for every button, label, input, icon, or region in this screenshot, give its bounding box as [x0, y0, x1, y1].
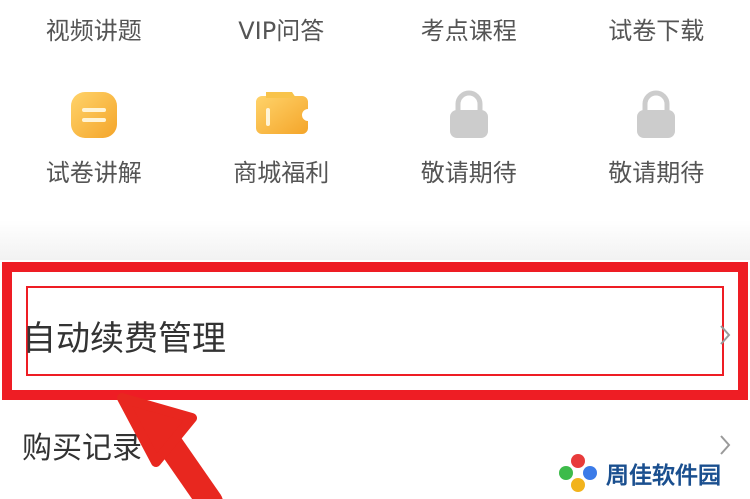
watermark: 周佳软件园	[556, 449, 721, 497]
app-screen: 视频讲题 VIP问答 考点课程 试卷下载 试卷讲解 商城福利 敬请期待 敬请期待…	[0, 0, 750, 499]
menu-item-auto-renew[interactable]: 自动续费管理	[0, 285, 750, 385]
watermark-logo-icon	[559, 454, 597, 492]
grid-item-label: 敬请期待	[608, 159, 705, 187]
coupon-icon	[250, 84, 312, 146]
grid-item-label: 试卷下载	[608, 17, 705, 45]
feature-grid-bottom: 试卷讲解 商城福利 敬请期待 敬请期待	[0, 70, 750, 220]
grid-item-video[interactable]: 视频讲题	[0, 0, 188, 70]
grid-item-coming-soon-2: 敬请期待	[563, 70, 750, 220]
grid-item-label: 视频讲题	[45, 17, 142, 45]
grid-item-download[interactable]: 试卷下载	[563, 0, 750, 70]
menu-item-label: 自动续费管理	[22, 318, 226, 359]
grid-item-paper-explain[interactable]: 试卷讲解	[0, 70, 188, 220]
grid-item-vip-qa[interactable]: VIP问答	[188, 0, 376, 70]
grid-item-label: 商城福利	[233, 159, 330, 187]
grid-item-label: 考点课程	[420, 17, 517, 45]
grid-item-label: 试卷讲解	[45, 159, 142, 187]
grid-item-label: VIP问答	[238, 17, 325, 45]
watermark-text: 周佳软件园	[606, 463, 721, 489]
grid-item-course[interactable]: 考点课程	[375, 0, 563, 70]
grid-item-mall[interactable]: 商城福利	[188, 70, 376, 220]
lock-icon	[438, 84, 500, 146]
grid-item-coming-soon-1: 敬请期待	[375, 70, 563, 220]
document-icon	[63, 84, 125, 146]
section-divider	[0, 220, 750, 260]
feature-grid-top: 视频讲题 VIP问答 考点课程 试卷下载	[0, 0, 750, 70]
annotation-arrow-icon	[117, 393, 223, 499]
lock-icon	[625, 84, 687, 146]
grid-item-label: 敬请期待	[420, 159, 517, 187]
chevron-right-icon	[720, 325, 731, 345]
